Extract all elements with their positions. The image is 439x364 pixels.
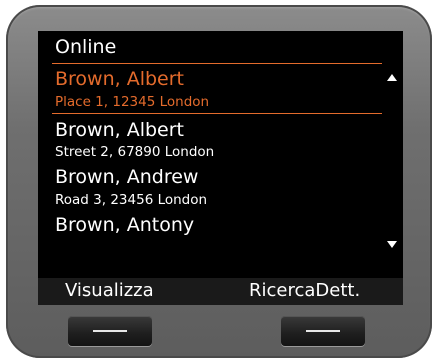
- list-item-selected[interactable]: Brown, Albert Place 1, 12345 London: [38, 65, 403, 111]
- minus-icon: [93, 330, 127, 332]
- entry-address: Road 3, 23456 London: [55, 192, 208, 208]
- softkey-ricerca-dettagliata[interactable]: RicercaDett.: [249, 280, 360, 302]
- list-item[interactable]: Brown, Andrew Road 3, 23456 London: [38, 163, 403, 209]
- entry-name: Brown, Andrew: [55, 166, 199, 188]
- entry-address: Street 2, 67890 London: [55, 144, 215, 160]
- entry-name: Brown, Albert: [55, 68, 185, 90]
- list-item[interactable]: Brown, Antony: [38, 211, 403, 239]
- selection-bottom-line: [52, 113, 382, 114]
- screen-title: Online: [55, 36, 117, 58]
- scroll-up-icon[interactable]: [387, 74, 397, 81]
- left-softkey-button[interactable]: [68, 316, 152, 346]
- entry-address: Place 1, 12345 London: [55, 94, 210, 110]
- display-screen: Online Brown, Albert Place 1, 12345 Lond…: [38, 31, 403, 305]
- right-softkey-button[interactable]: [281, 316, 365, 346]
- list-item[interactable]: Brown, Albert Street 2, 67890 London: [38, 115, 403, 161]
- softkey-visualizza[interactable]: Visualizza: [65, 280, 154, 302]
- minus-icon: [306, 330, 340, 332]
- entry-name: Brown, Antony: [55, 214, 195, 236]
- scroll-down-icon[interactable]: [387, 241, 397, 248]
- softkey-bar: Visualizza RicercaDett.: [38, 278, 403, 305]
- selection-top-line: [52, 63, 382, 64]
- entry-name: Brown, Albert: [55, 119, 185, 141]
